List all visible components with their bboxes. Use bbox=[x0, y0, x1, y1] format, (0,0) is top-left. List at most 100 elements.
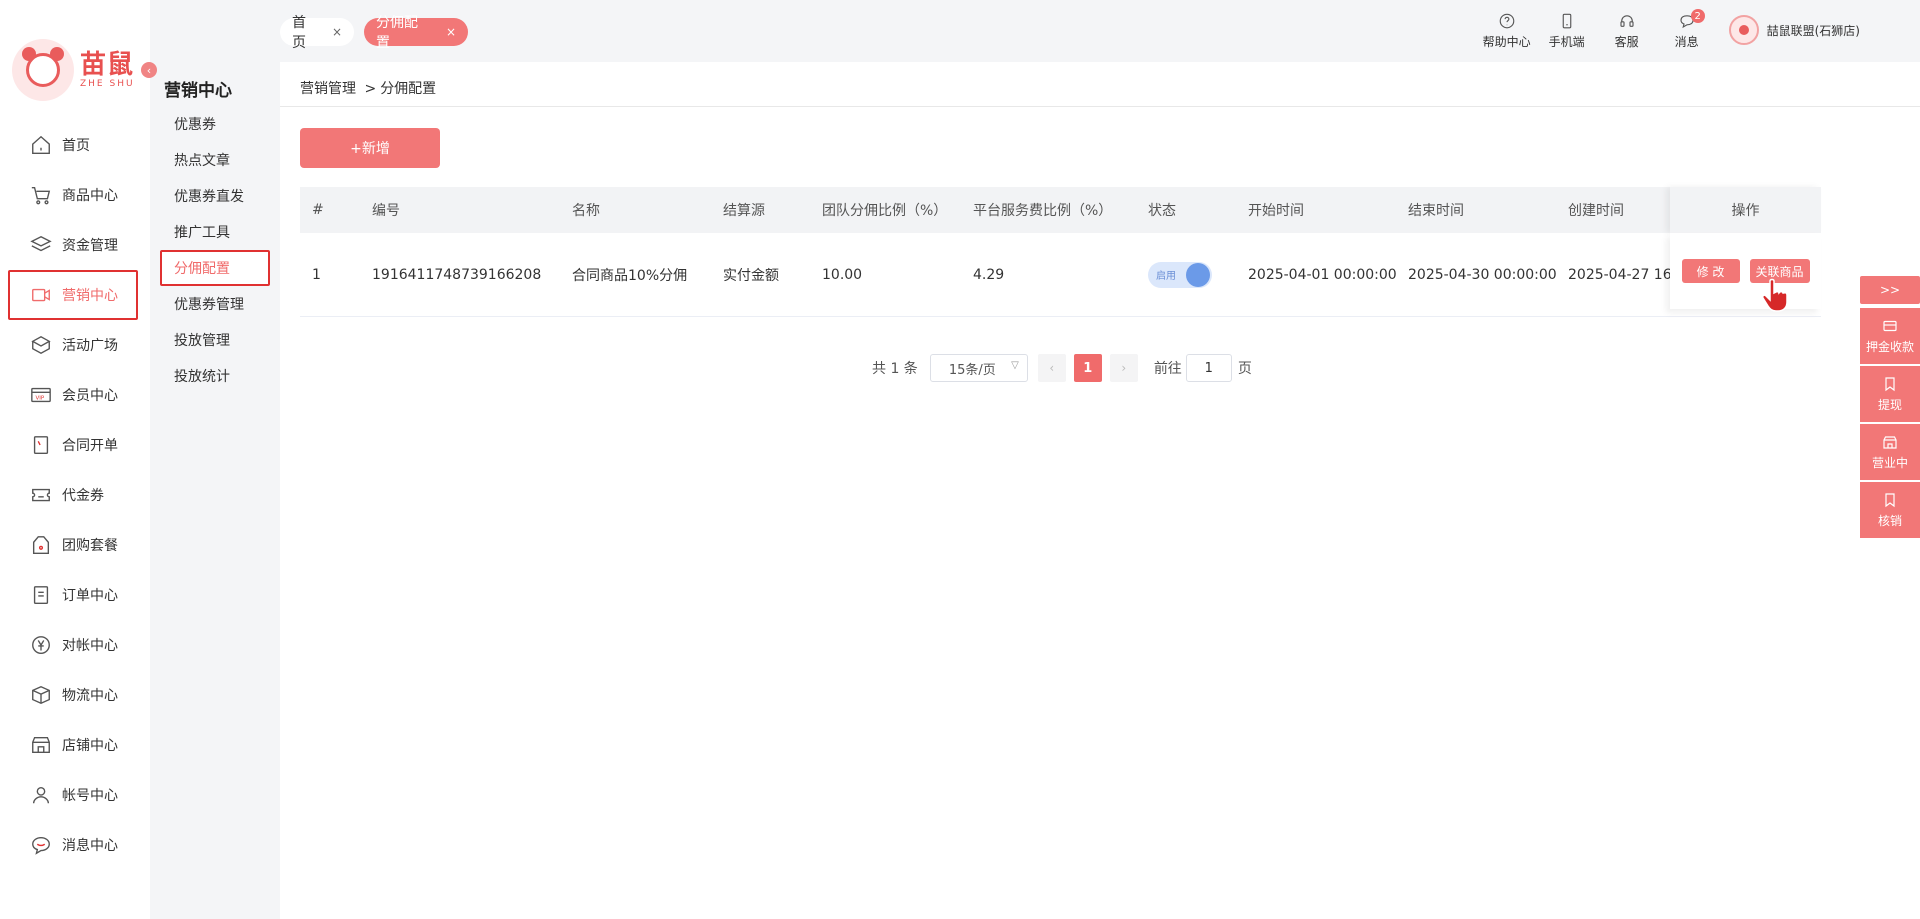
mobile-button[interactable]: 手机端 bbox=[1537, 12, 1597, 50]
messages-button[interactable]: 2 消息 bbox=[1657, 9, 1717, 50]
sidebar-item-home[interactable]: 首页 bbox=[8, 120, 138, 170]
page-number-current[interactable]: 1 bbox=[1073, 354, 1102, 382]
expand-panel-button[interactable]: >> bbox=[1860, 276, 1920, 304]
column-header-name: 名称 bbox=[572, 203, 600, 219]
message-icon bbox=[30, 834, 52, 856]
cell-team-ratio: 10.00 bbox=[822, 266, 863, 283]
sidebar-item-groupbuy[interactable]: 团购套餐 bbox=[8, 520, 138, 570]
subnav-item-promo-tools[interactable]: 推广工具 bbox=[160, 214, 270, 250]
sidebar-item-funds[interactable]: 资金管理 bbox=[8, 220, 138, 270]
home-icon bbox=[30, 134, 52, 156]
sidebar-item-messages[interactable]: 消息中心 bbox=[8, 820, 138, 870]
sidebar-item-marketing[interactable]: 营销中心 bbox=[8, 270, 138, 320]
column-header-platform-ratio: 平台服务费比例（%） bbox=[973, 203, 1113, 219]
collapse-sidebar-button[interactable]: ‹ bbox=[141, 62, 157, 78]
column-header-code: 编号 bbox=[372, 203, 400, 219]
sidebar-item-account[interactable]: 帐号中心 bbox=[8, 770, 138, 820]
top-bar: 首页 × 分佣配置 × 帮助中心 手机端 客服 2 消息 喆鼠联盟(石狮店) bbox=[280, 0, 1920, 62]
help-icon bbox=[1498, 12, 1516, 30]
table-row: 1 1916411748739166208 合同商品10%分佣 实付金额 10.… bbox=[300, 233, 1821, 317]
avatar bbox=[1728, 15, 1759, 45]
close-icon[interactable]: × bbox=[446, 25, 456, 39]
column-header-status: 状态 bbox=[1148, 203, 1176, 219]
bookmark-icon bbox=[1882, 376, 1898, 392]
sub-sidebar: 营销中心 优惠券 热点文章 优惠券直发 推广工具 分佣配置 优惠券管理 投放管理… bbox=[150, 0, 280, 919]
next-page-button[interactable]: › bbox=[1109, 354, 1138, 382]
cart-icon bbox=[30, 184, 52, 206]
cell-status: 启用 bbox=[1136, 261, 1236, 288]
cell-code: 1916411748739166208 bbox=[372, 266, 542, 283]
breadcrumb-current: 分佣配置 bbox=[380, 81, 437, 97]
ticket-icon bbox=[30, 484, 52, 506]
page-size-select[interactable]: 15条/页 ▽ bbox=[929, 354, 1028, 382]
main-content: 营销管理 > 分佣配置 +新增 # 编号 名称 结算源 团队分佣比例（%） 平台服… bbox=[280, 62, 1920, 919]
sidebar-item-voucher[interactable]: 代金券 bbox=[8, 470, 138, 520]
logo-text-en: ZHE SHU bbox=[80, 78, 135, 89]
sidebar-item-orders[interactable]: 订单中心 bbox=[8, 570, 138, 620]
column-header-source: 结算源 bbox=[723, 203, 765, 219]
sidebar-item-store[interactable]: 店铺中心 bbox=[8, 720, 138, 770]
vip-card-icon: VIP bbox=[30, 384, 52, 406]
status-switch[interactable]: 启用 bbox=[1148, 261, 1212, 288]
right-float-panel: >> 押金收款 提现 营业中 核销 bbox=[1860, 276, 1920, 540]
chevron-down-icon: ▽ bbox=[1011, 360, 1019, 371]
user-menu[interactable]: 喆鼠联盟(石狮店) bbox=[1728, 15, 1860, 45]
tab-home[interactable]: 首页 × bbox=[280, 15, 354, 51]
subnav-item-commission-config[interactable]: 分佣配置 bbox=[160, 250, 270, 286]
sidebar-item-members[interactable]: VIP 会员中心 bbox=[8, 370, 138, 420]
store-icon bbox=[30, 734, 52, 756]
brand-logo[interactable]: 苗鼠 ZHE SHU bbox=[12, 38, 140, 102]
subnav-list: 优惠券 热点文章 优惠券直发 推广工具 分佣配置 优惠券管理 投放管理 投放统计 bbox=[160, 106, 270, 394]
sidebar-item-logistics[interactable]: 物流中心 bbox=[8, 670, 138, 720]
subnav-item-coupon[interactable]: 优惠券 bbox=[160, 106, 270, 142]
close-icon[interactable]: × bbox=[332, 25, 342, 39]
goto-page-input[interactable]: 1 bbox=[1185, 354, 1232, 382]
table-header: # 编号 名称 结算源 团队分佣比例（%） 平台服务费比例（%） 状态 开始时间… bbox=[300, 187, 1821, 233]
goto-page: 前往 1 页 bbox=[1154, 354, 1252, 382]
box-icon bbox=[30, 334, 52, 356]
cell-source: 实付金额 bbox=[723, 267, 779, 284]
subnav-item-coupon-direct[interactable]: 优惠券直发 bbox=[160, 178, 270, 214]
withdraw-button[interactable]: 提现 bbox=[1860, 366, 1920, 424]
column-header-end: 结束时间 bbox=[1408, 203, 1464, 219]
package-icon bbox=[30, 684, 52, 706]
sidebar: 苗鼠 ZHE SHU 首页 商品中心 资金管理 营销中心 活动广场 VIP 会员… bbox=[0, 0, 150, 919]
sidebar-item-products[interactable]: 商品中心 bbox=[8, 170, 138, 220]
yen-icon bbox=[30, 634, 52, 656]
shop-icon bbox=[1882, 434, 1898, 450]
tab-commission-config[interactable]: 分佣配置 × bbox=[364, 15, 468, 51]
prev-page-button[interactable]: ‹ bbox=[1037, 354, 1066, 382]
breadcrumb-parent[interactable]: 营销管理 bbox=[300, 81, 356, 97]
bookmark-icon bbox=[1882, 492, 1898, 508]
mobile-icon bbox=[1558, 12, 1576, 30]
logo-text-cn: 苗鼠 bbox=[80, 49, 135, 80]
column-header-start: 开始时间 bbox=[1248, 203, 1304, 219]
subnav-item-coupon-manage[interactable]: 优惠券管理 bbox=[160, 286, 270, 322]
customer-service-button[interactable]: 客服 bbox=[1597, 12, 1657, 50]
mouse-logo-icon bbox=[12, 39, 74, 101]
cell-name: 合同商品10%分佣 bbox=[572, 267, 688, 284]
commission-table: # 编号 名称 结算源 团队分佣比例（%） 平台服务费比例（%） 状态 开始时间… bbox=[300, 187, 1821, 317]
subnav-title: 营销中心 bbox=[164, 81, 232, 101]
deposit-collect-button[interactable]: 押金收款 bbox=[1860, 308, 1920, 366]
top-tools: 帮助中心 手机端 客服 2 消息 喆鼠联盟(石狮店) bbox=[1477, 9, 1860, 50]
sidebar-item-contract[interactable]: 合同开单 bbox=[8, 420, 138, 470]
help-center-button[interactable]: 帮助中心 bbox=[1477, 12, 1537, 50]
subnav-item-delivery-manage[interactable]: 投放管理 bbox=[160, 322, 270, 358]
main-nav: 首页 商品中心 资金管理 营销中心 活动广场 VIP 会员中心 合同开单 代金券 bbox=[8, 120, 138, 870]
pagination: 共 1 条 15条/页 ▽ ‹ 1 › 前往 1 页 bbox=[872, 354, 1252, 382]
breadcrumb-separator: > bbox=[364, 81, 377, 97]
user-name: 喆鼠联盟(石狮店) bbox=[1766, 23, 1860, 38]
cell-created: 2025-04-27 16:39 bbox=[1568, 266, 1671, 283]
pagination-total: 共 1 条 bbox=[872, 361, 918, 377]
cell-end: 2025-04-30 00:00:00 bbox=[1408, 266, 1556, 283]
verify-button[interactable]: 核销 bbox=[1860, 482, 1920, 540]
business-status-button[interactable]: 营业中 bbox=[1860, 424, 1920, 482]
subnav-item-hot-articles[interactable]: 热点文章 bbox=[160, 142, 270, 178]
add-button[interactable]: +新增 bbox=[300, 128, 440, 168]
sidebar-item-activity[interactable]: 活动广场 bbox=[8, 320, 138, 370]
column-header-created: 创建时间 bbox=[1568, 203, 1624, 219]
subnav-item-delivery-stats[interactable]: 投放统计 bbox=[160, 358, 270, 394]
sidebar-item-reconcile[interactable]: 对帐中心 bbox=[8, 620, 138, 670]
edit-button[interactable]: 修 改 bbox=[1681, 259, 1740, 283]
